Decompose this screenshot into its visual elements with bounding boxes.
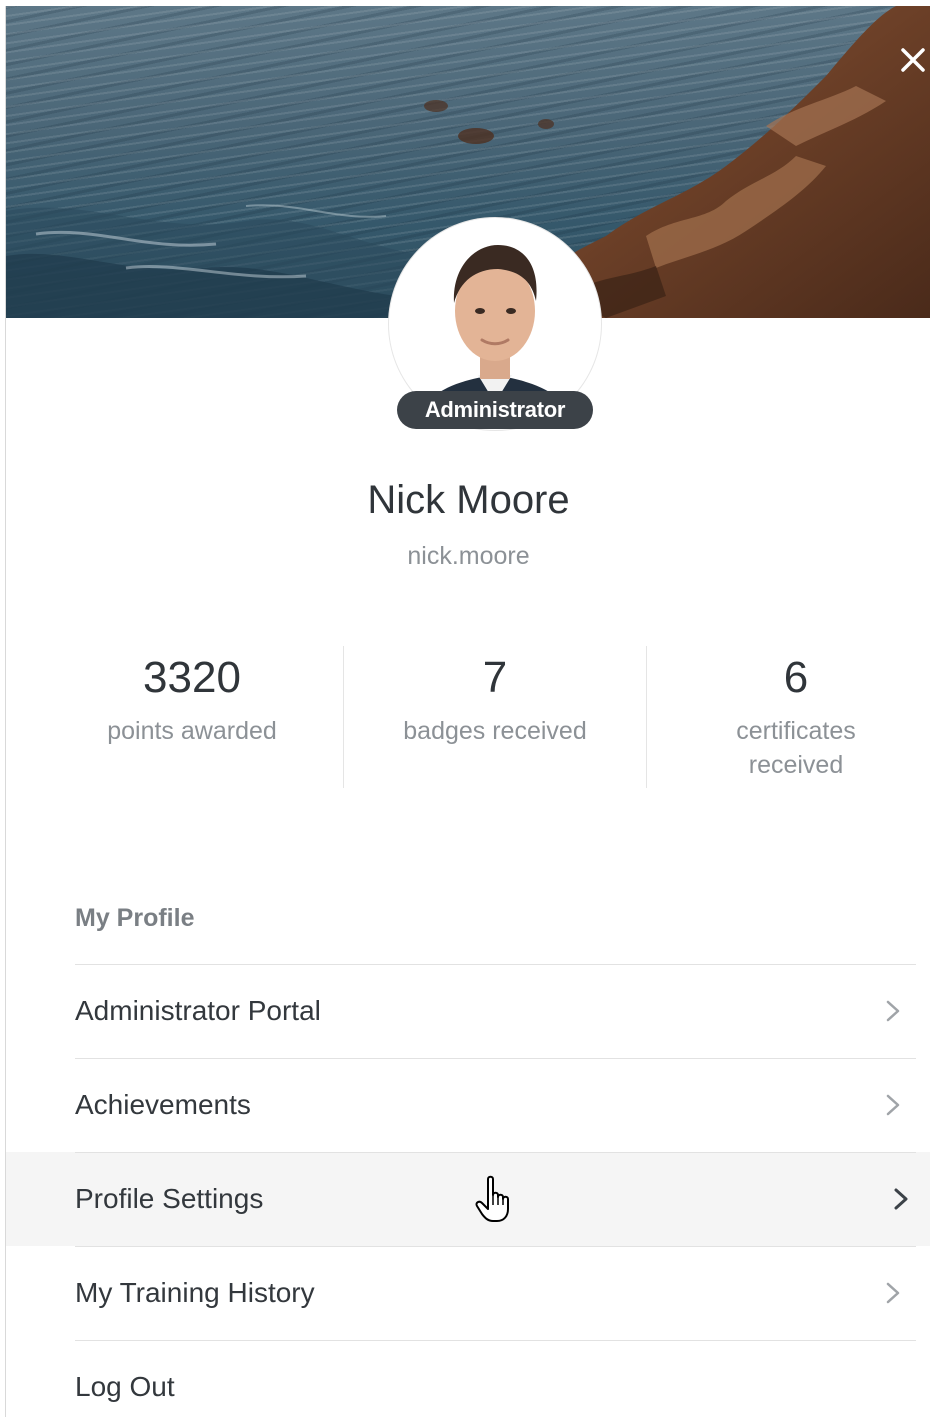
stat-value: 6	[783, 653, 809, 702]
stats-row: 3320 points awarded 7 badges received 6 …	[41, 646, 930, 788]
menu-item-label: My Training History	[75, 1277, 315, 1308]
profile-menu: Administrator Portal Achievements Profil…	[6, 964, 930, 1417]
stat-points: 3320 points awarded	[41, 646, 343, 788]
chevron-right-icon	[894, 1188, 908, 1210]
username: nick.moore	[407, 542, 530, 570]
stat-certificates: 6 certificates received	[645, 646, 930, 788]
menu-item-training-history[interactable]: My Training History	[6, 1246, 930, 1340]
section-title: My Profile	[75, 904, 195, 932]
stat-badges: 7 badges received	[344, 646, 646, 788]
close-icon	[901, 48, 925, 72]
chevron-right-icon	[886, 1000, 900, 1022]
stat-value: 7	[482, 653, 508, 702]
stat-label: certificates received	[736, 717, 856, 779]
menu-item-administrator-portal[interactable]: Administrator Portal	[6, 964, 930, 1058]
divider	[75, 1340, 916, 1341]
chevron-right-icon	[886, 1094, 900, 1116]
role-badge: Administrator	[397, 391, 593, 429]
menu-item-label: Log Out	[75, 1371, 175, 1402]
profile-panel: Administrator Nick Moore nick.moore 3320…	[5, 6, 930, 1417]
menu-item-log-out[interactable]: Log Out	[6, 1340, 930, 1417]
hand-pointer-icon	[475, 1175, 509, 1222]
menu-item-label: Administrator Portal	[75, 995, 321, 1026]
user-full-name: Nick Moore	[367, 478, 570, 522]
menu-item-label: Profile Settings	[75, 1183, 264, 1214]
menu-item-profile-settings[interactable]: Profile Settings	[6, 1152, 930, 1246]
stat-label: badges received	[403, 717, 587, 745]
menu-item-achievements[interactable]: Achievements	[6, 1058, 930, 1152]
chevron-right-icon	[886, 1282, 900, 1304]
close-button[interactable]	[897, 44, 929, 76]
menu-item-label: Achievements	[75, 1089, 251, 1120]
stat-value: 3320	[143, 653, 241, 702]
stat-label: points awarded	[107, 717, 277, 745]
